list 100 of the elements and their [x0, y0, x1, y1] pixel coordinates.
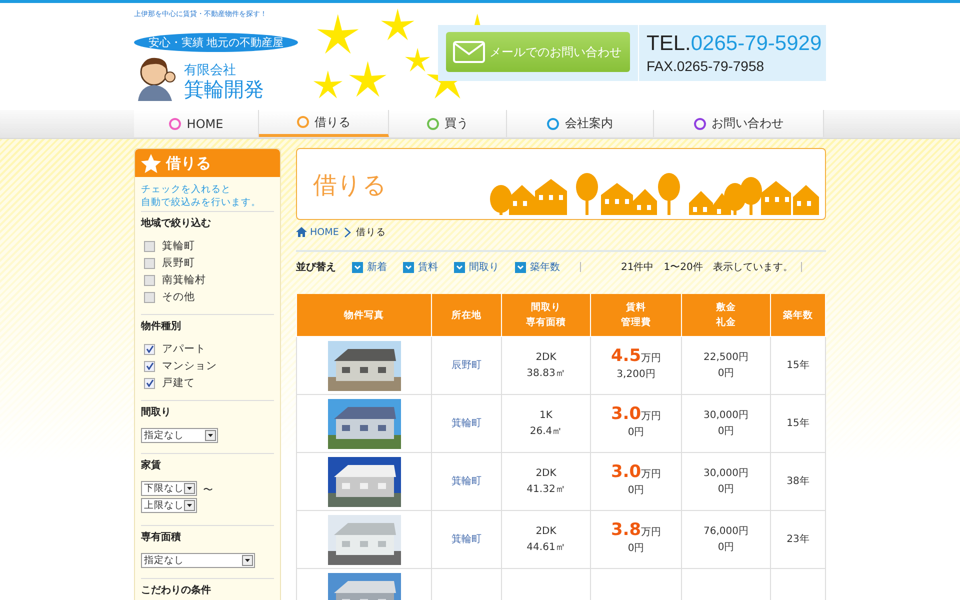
caret-icon — [242, 555, 253, 566]
location-link[interactable]: 箕輪町 — [452, 534, 482, 544]
age-text: 15年 — [786, 358, 810, 372]
nav-tab[interactable]: お問い合わせ — [654, 110, 824, 137]
chevron-down-icon — [352, 262, 363, 272]
sort-link[interactable]: 間取り — [454, 260, 499, 274]
result-count: 21件中 1〜20件 表示しています。 — [621, 260, 793, 274]
nav-tab[interactable]: HOME — [134, 110, 259, 137]
fee-text: 3,200円 — [616, 368, 656, 382]
area-text: 38.83㎡ — [526, 366, 566, 380]
layout-text: 1K — [538, 408, 554, 422]
rent-price: 4.5万円 — [610, 348, 662, 367]
sort-label: 並び替え — [296, 260, 336, 274]
dropdown[interactable]: 指定なし — [141, 553, 255, 568]
caret-icon — [184, 483, 195, 494]
deposit-text: 22,500円 — [702, 350, 750, 364]
column-header: 築年数 — [770, 294, 826, 336]
key-money-text: 0円 — [716, 366, 736, 380]
check-icon — [146, 379, 154, 387]
dropdown[interactable]: 上限なし — [141, 498, 197, 513]
checkbox[interactable] — [144, 360, 155, 372]
envelope-icon — [452, 40, 486, 64]
company-type: 有限会社 — [184, 63, 237, 78]
age-text: 15年 — [786, 416, 810, 430]
column-header: 物件写真 — [296, 294, 432, 336]
age-text: 38年 — [786, 474, 810, 488]
caret-icon — [184, 500, 195, 511]
deposit-text: 30,000円 — [702, 408, 750, 422]
checkbox[interactable] — [144, 344, 155, 354]
dropdown[interactable]: 下限なし — [141, 481, 197, 496]
filter-heading: 専有面積 — [141, 530, 182, 544]
location-link[interactable]: 箕輪町 — [452, 418, 482, 428]
fee-text: 0円 — [626, 484, 646, 498]
check-icon — [146, 345, 154, 353]
checkbox-label: 辰野町 — [162, 256, 195, 270]
home-icon — [296, 227, 307, 237]
checkbox-label: 戸建て — [162, 376, 195, 390]
filter-heading: こだわりの条件 — [141, 584, 212, 597]
checkbox[interactable] — [144, 378, 155, 388]
breadcrumb-link[interactable]: HOME — [296, 226, 339, 238]
checkbox-label: 箕輪町 — [162, 239, 195, 253]
check-icon — [146, 362, 154, 370]
chevron-down-icon — [454, 262, 465, 272]
area-text: 41.32㎡ — [526, 482, 566, 496]
rent-price: 3.0万円 — [610, 464, 662, 483]
checkbox-label: マンション — [162, 359, 217, 373]
nav-tab[interactable]: 買う — [389, 110, 507, 137]
location-link[interactable]: 辰野町 — [452, 360, 482, 370]
range-separator: 〜 — [203, 484, 213, 496]
nav-tab[interactable]: 借りる — [259, 110, 389, 137]
age-text: 23年 — [786, 532, 810, 546]
deposit-text: 30,000円 — [702, 466, 750, 480]
key-money-text: 0円 — [716, 482, 736, 496]
star-icon — [141, 154, 161, 172]
sidebar-header: 借りる — [135, 149, 280, 177]
chevron-icon — [344, 226, 351, 238]
checkbox[interactable] — [144, 240, 155, 252]
column-header: 所在地 — [432, 294, 502, 336]
filter-heading: 地域で絞り込む — [141, 216, 212, 230]
hint-text: チェックを入れると — [141, 183, 232, 196]
chevron-down-icon — [403, 262, 414, 272]
location-link[interactable]: 箕輪町 — [452, 476, 482, 486]
fee-text: 0円 — [626, 542, 646, 556]
column-header: 敷金 礼金 — [682, 294, 770, 336]
layout-text: 2DK — [534, 350, 558, 364]
filter-heading: 家賃 — [141, 458, 162, 472]
area-text: 44.61㎡ — [526, 540, 566, 554]
slogan-badge: 安心・実績 地元の不動産屋 — [134, 33, 298, 52]
checkbox[interactable] — [144, 292, 155, 302]
nav-tab[interactable]: 会社案内 — [507, 110, 654, 137]
rent-price: 3.0万円 — [610, 406, 662, 425]
column-header: 間取り 専有面積 — [502, 294, 590, 336]
page-title: 借りる — [313, 170, 387, 201]
layout-text: 2DK — [534, 524, 558, 538]
sort-link[interactable]: 賃料 — [403, 260, 438, 274]
checkbox-label: アパート — [162, 342, 206, 356]
key-money-text: 0円 — [716, 424, 736, 438]
deposit-text: 76,000円 — [702, 524, 750, 538]
checkbox-label: 南箕輪村 — [162, 273, 206, 287]
checkbox-label: その他 — [162, 290, 195, 304]
breadcrumb-current: 借りる — [356, 226, 386, 238]
rent-price: 3.8万円 — [610, 522, 662, 541]
area-text: 26.4㎡ — [528, 424, 564, 438]
company-name: 箕輪開発 — [184, 78, 264, 101]
dropdown[interactable]: 指定なし — [141, 428, 218, 443]
layout-text: 2DK — [534, 466, 558, 480]
column-header: 賃料 管理費 — [590, 294, 682, 336]
fee-text: 0円 — [626, 426, 646, 440]
sort-link[interactable]: 築年数 — [515, 260, 560, 274]
caret-icon — [205, 430, 216, 441]
filter-heading: 物件種別 — [141, 320, 182, 333]
fax-number: FAX.0265-79-7958 — [646, 57, 766, 75]
hint-text: 自動で絞込みを行います。 — [141, 196, 262, 209]
chevron-down-icon — [515, 262, 526, 272]
sort-link[interactable]: 新着 — [352, 260, 387, 274]
key-money-text: 0円 — [716, 540, 736, 554]
phone-number: TEL.0265-79-5929 — [646, 31, 822, 57]
checkbox[interactable] — [144, 274, 155, 286]
filter-heading: 間取り — [141, 406, 172, 419]
checkbox[interactable] — [144, 258, 155, 268]
